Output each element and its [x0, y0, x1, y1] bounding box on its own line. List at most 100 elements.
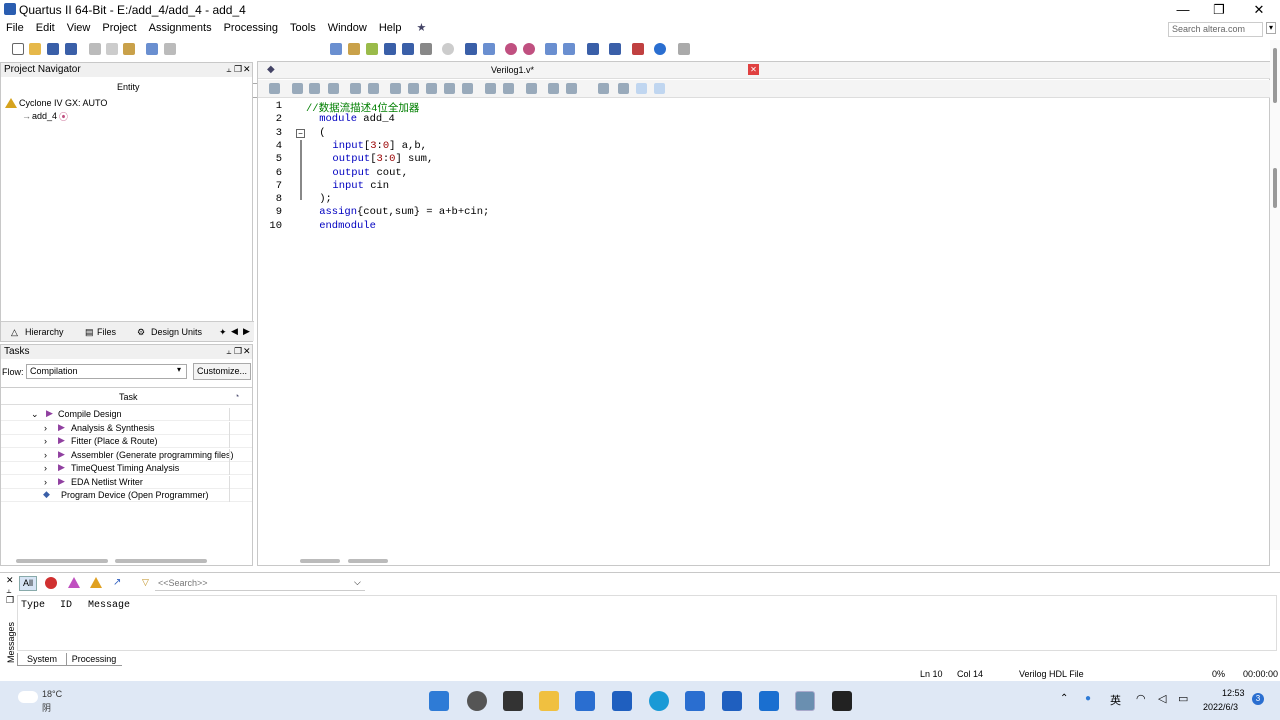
- pin-icon[interactable]: ⫠: [226, 346, 231, 357]
- volume-icon[interactable]: ◁: [1158, 692, 1166, 705]
- stop-icon[interactable]: [442, 43, 454, 55]
- fold-collapse-icon[interactable]: −: [296, 129, 305, 138]
- unindent-icon[interactable]: [368, 83, 379, 94]
- weather-temp[interactable]: 18°C: [42, 689, 62, 699]
- programmer-icon[interactable]: ◆: [43, 489, 50, 500]
- critical-warning-filter-icon[interactable]: [68, 577, 80, 588]
- find-replace-icon[interactable]: [309, 83, 320, 94]
- close-icon[interactable]: ✕: [243, 346, 251, 357]
- help-extra-icon[interactable]: ★: [411, 19, 433, 38]
- vertical-scrollbar[interactable]: [1270, 40, 1280, 550]
- menu-assignments[interactable]: Assignments: [143, 19, 218, 38]
- copy-icon[interactable]: [106, 43, 118, 55]
- qsys-icon[interactable]: [632, 43, 644, 55]
- app-icon-2[interactable]: [722, 691, 742, 711]
- split-view-icon[interactable]: [654, 83, 665, 94]
- pin-planner-icon[interactable]: [366, 43, 378, 55]
- h-scrollbar-thumb[interactable]: [300, 559, 340, 563]
- task-row[interactable]: › ▶ TimeQuest Timing Analysis: [1, 462, 252, 475]
- right-arrow-icon[interactable]: [598, 83, 609, 94]
- insert-template-icon[interactable]: [269, 83, 280, 94]
- float-icon[interactable]: ❐: [6, 595, 14, 606]
- start-compilation-icon[interactable]: [465, 43, 477, 55]
- run-task-icon[interactable]: ▶: [46, 408, 53, 419]
- code-line[interactable]: );: [319, 193, 332, 205]
- bookmark-icon[interactable]: [390, 83, 401, 94]
- programmer-icon[interactable]: [587, 43, 599, 55]
- goto-line-icon[interactable]: [328, 83, 339, 94]
- menu-help[interactable]: Help: [373, 19, 408, 38]
- task-row[interactable]: › ▶ EDA Netlist Writer: [1, 475, 252, 489]
- tab-system[interactable]: System: [17, 653, 67, 666]
- filter-all-button[interactable]: All: [19, 576, 37, 591]
- insert-tab-icon[interactable]: [548, 83, 559, 94]
- spelling-icon[interactable]: [566, 83, 577, 94]
- clear-bookmarks-icon[interactable]: [444, 83, 455, 94]
- h-scrollbar-thumb[interactable]: [348, 559, 388, 563]
- notification-badge[interactable]: 3: [1252, 693, 1264, 705]
- battery-icon[interactable]: ▭: [1178, 692, 1188, 705]
- find-icon[interactable]: [292, 83, 303, 94]
- attach-icon[interactable]: [485, 83, 496, 94]
- menu-view[interactable]: View: [61, 19, 97, 38]
- tray-overflow-icon[interactable]: ⌃: [1060, 693, 1068, 704]
- run-task-icon[interactable]: ▶: [58, 476, 65, 487]
- clock-time[interactable]: 12:53: [1222, 688, 1245, 698]
- menu-file[interactable]: File: [0, 19, 30, 38]
- weather-icon[interactable]: [18, 691, 38, 703]
- bookmark-list-icon[interactable]: [462, 83, 473, 94]
- clock-date[interactable]: 2022/6/3: [1203, 702, 1238, 712]
- indent-icon[interactable]: [350, 83, 361, 94]
- compile-synthesis-icon[interactable]: [402, 43, 414, 55]
- tab-hierarchy[interactable]: Hierarchy: [25, 327, 64, 337]
- code-line[interactable]: output[3:0] sum,: [332, 153, 433, 165]
- edge-browser-icon[interactable]: [649, 691, 669, 711]
- close-icon[interactable]: ✕: [243, 64, 251, 75]
- expand-icon[interactable]: ›: [44, 477, 47, 487]
- float-icon[interactable]: ❐: [234, 346, 242, 357]
- menu-project[interactable]: Project: [96, 19, 142, 38]
- save-icon[interactable]: [47, 43, 59, 55]
- wifi-icon[interactable]: ◠: [1136, 692, 1146, 705]
- scroll-left-icon[interactable]: ◀: [231, 326, 238, 337]
- ime-indicator[interactable]: 英: [1110, 692, 1121, 708]
- search-input[interactable]: Search altera.com: [1168, 22, 1263, 37]
- more-tabs-icon[interactable]: ✦: [219, 327, 227, 338]
- message-search-input[interactable]: <<Search>>: [155, 576, 365, 591]
- tab-files[interactable]: Files: [97, 327, 116, 337]
- cut-icon[interactable]: [89, 43, 101, 55]
- expand-icon[interactable]: ›: [44, 463, 47, 473]
- customize-button[interactable]: Customize...: [193, 363, 251, 380]
- customize-toolbar-icon[interactable]: [678, 43, 690, 55]
- close-tab-icon[interactable]: ✕: [748, 64, 759, 75]
- info-filter-icon[interactable]: ↗: [113, 577, 125, 589]
- tab-processing[interactable]: Processing: [66, 653, 122, 666]
- code-line[interactable]: (: [319, 127, 325, 139]
- scrollbar-thumb[interactable]: [16, 559, 108, 563]
- run-task-icon[interactable]: ▶: [58, 422, 65, 433]
- task-row[interactable]: › ▶ Assembler (Generate programming files): [1, 448, 252, 462]
- timing-icon[interactable]: [420, 43, 432, 55]
- timequest-icon[interactable]: [505, 43, 517, 55]
- flow-select[interactable]: Compilation: [26, 364, 187, 379]
- run-task-icon[interactable]: ▶: [58, 462, 65, 473]
- search-icon[interactable]: [467, 691, 487, 711]
- paste-icon[interactable]: [123, 43, 135, 55]
- task-view-icon[interactable]: [503, 691, 523, 711]
- task-row[interactable]: › ▶ Fitter (Place & Route): [1, 435, 252, 448]
- expand-icon[interactable]: ›: [44, 423, 47, 433]
- device-item[interactable]: Cyclone IV GX: AUTO: [19, 98, 107, 108]
- editor-tab-title[interactable]: Verilog1.v*: [491, 65, 534, 75]
- pin-icon[interactable]: ⫠: [226, 64, 231, 75]
- scroll-right-icon[interactable]: ▶: [243, 326, 250, 337]
- quartus-taskbar-icon[interactable]: [795, 691, 815, 711]
- code-line[interactable]: output cout,: [332, 167, 408, 179]
- compile-analysis-icon[interactable]: [384, 43, 396, 55]
- code-line[interactable]: input cin: [332, 180, 389, 192]
- task-row[interactable]: › ▶ Analysis & Synthesis: [1, 421, 252, 435]
- code-line[interactable]: module add_4: [319, 113, 395, 125]
- run-task-icon[interactable]: ▶: [58, 435, 65, 446]
- scrollbar-thumb[interactable]: [1273, 168, 1277, 208]
- toggle-view-icon[interactable]: [636, 83, 647, 94]
- open-file-icon[interactable]: [29, 43, 41, 55]
